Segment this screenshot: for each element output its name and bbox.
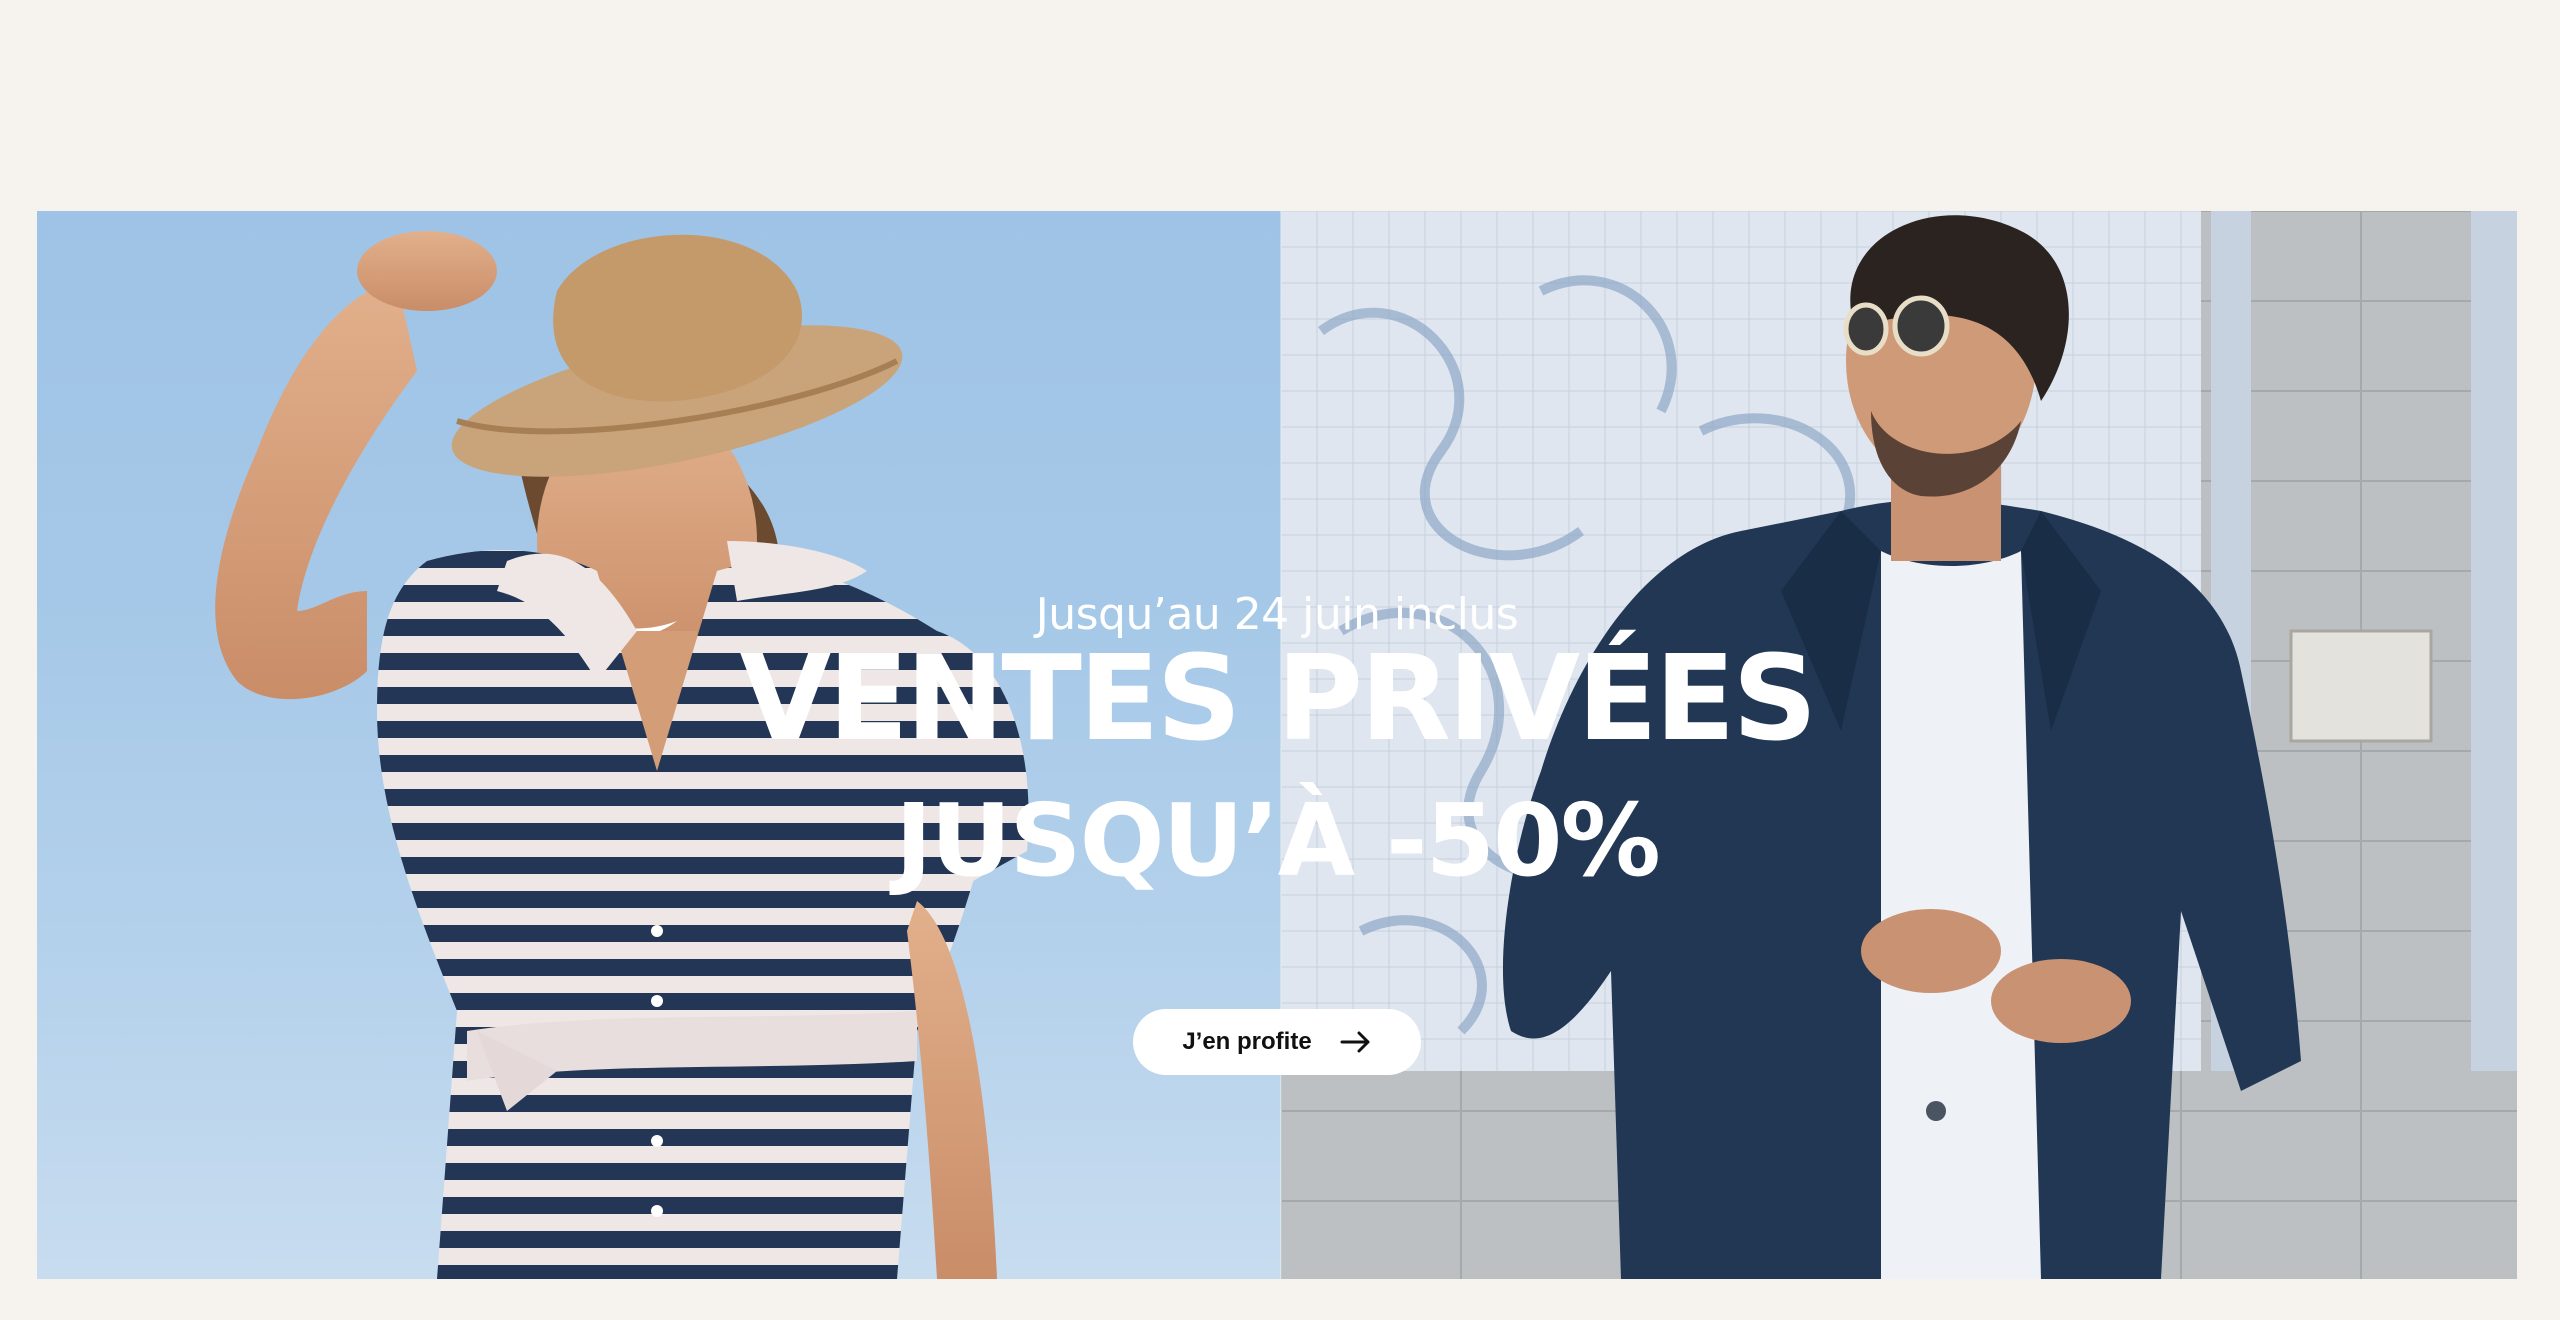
hero-image-left <box>37 211 1281 1279</box>
hero-banner[interactable]: Jusqu’au 24 juin inclus VENTES PRIVÉES J… <box>37 211 2517 1279</box>
hero-image-right <box>1281 211 2517 1279</box>
arrow-right-icon <box>1340 1031 1370 1053</box>
panel-divider <box>1280 211 1282 1279</box>
woman-photo-illustration <box>215 231 1029 1279</box>
cta-button-label: J’en profite <box>1182 1028 1312 1055</box>
header-space <box>0 0 2560 210</box>
cta-button[interactable]: J’en profite <box>1133 1009 1421 1075</box>
man-photo-illustration <box>1281 211 2517 1279</box>
page: Jusqu’au 24 juin inclus VENTES PRIVÉES J… <box>0 0 2560 1320</box>
